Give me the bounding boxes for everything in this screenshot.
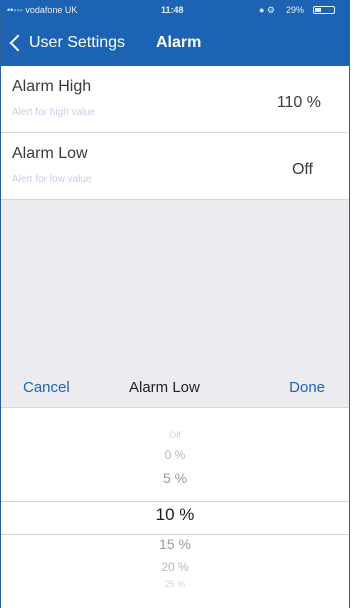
alarm-low-subtitle: Alert for low value	[12, 174, 92, 185]
cancel-button[interactable]: Cancel	[23, 379, 70, 396]
done-button[interactable]: Done	[289, 379, 325, 396]
chevron-left-icon	[9, 34, 27, 52]
alarm-high-subtitle: Alert for high value	[12, 107, 96, 118]
picker-title: Alarm Low	[129, 379, 200, 396]
app-screen: ••◦◦◦ vodafone UK 11:48 ● ⚙ 29% User Set…	[0, 0, 350, 608]
picker-option[interactable]: 0 %	[1, 448, 349, 462]
picker-option[interactable]: 5 %	[1, 470, 349, 486]
value-picker[interactable]: Off 0 % 5 % 10 % 15 % 20 % 25 %	[1, 407, 349, 608]
alarm-high-value: 110 %	[276, 94, 321, 111]
picker-option[interactable]: 25 %	[1, 579, 349, 589]
alarm-low-row[interactable]: Alarm Low Alert for low value Off	[1, 133, 349, 200]
back-label: User Settings	[29, 34, 126, 51]
battery-percentage: 29%	[286, 5, 305, 15]
alarm-low-value: Off	[291, 161, 313, 178]
picker-option-selected[interactable]: 10 %	[1, 505, 349, 525]
picker-toolbar: Cancel Alarm Low Done	[1, 367, 349, 407]
navigation-bar: User Settings Alarm	[1, 20, 349, 66]
status-icons: ● ⚙	[259, 5, 276, 15]
status-bar: ••◦◦◦ vodafone UK 11:48 ● ⚙ 29%	[1, 0, 349, 20]
alarm-high-title: Alarm High	[12, 78, 92, 95]
page-title: Alarm	[156, 34, 202, 51]
picker-option[interactable]: 20 %	[1, 560, 349, 574]
picker-option[interactable]: Off	[1, 430, 349, 440]
alarm-low-title: Alarm Low	[12, 145, 88, 162]
battery-icon	[313, 6, 335, 14]
alarm-high-row[interactable]: Alarm High Alert for high value 110 %	[1, 66, 349, 133]
back-button[interactable]: User Settings	[9, 34, 125, 52]
carrier-text: ••◦◦◦ vodafone UK	[7, 5, 78, 15]
status-time: 11:48	[161, 5, 184, 15]
picker-option[interactable]: 15 %	[1, 536, 349, 552]
